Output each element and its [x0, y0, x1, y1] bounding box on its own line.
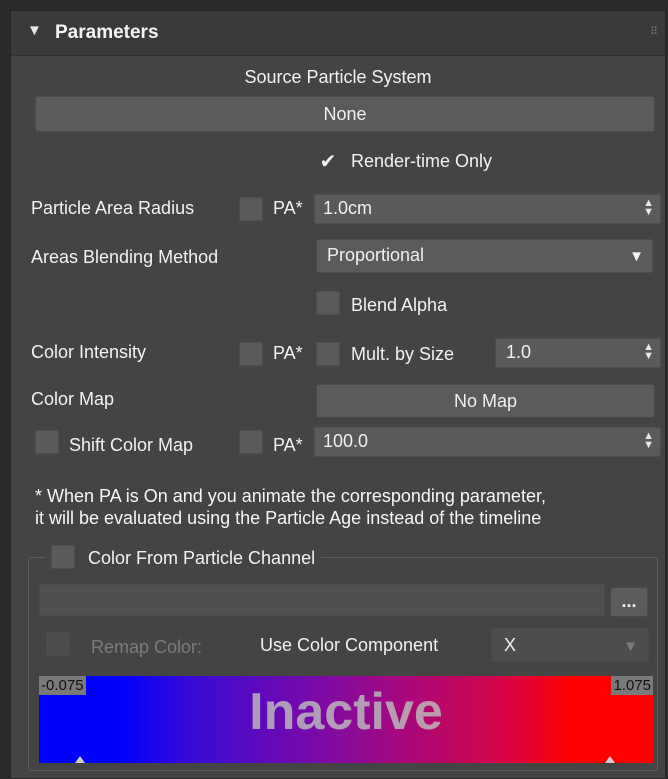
color-intensity-spinner[interactable]: 1.0 ▲ ▼: [495, 338, 661, 368]
source-particle-system-button[interactable]: None: [35, 96, 655, 132]
inactive-overlay-text: Inactive: [249, 683, 443, 741]
color-map-button[interactable]: No Map: [316, 384, 655, 418]
pa-note-line2: it will be evaluated using the Particle …: [35, 508, 542, 528]
particle-area-radius-pa-checkbox[interactable]: [239, 197, 263, 221]
particle-area-radius-label: Particle Area Radius: [31, 198, 195, 218]
rollout-header[interactable]: ▼ Parameters ⠿: [11, 11, 665, 56]
color-from-channel-label[interactable]: Color From Particle Channel: [88, 548, 315, 568]
shift-color-map-pa-checkbox[interactable]: [239, 430, 263, 454]
color-intensity-label: Color Intensity: [31, 342, 147, 362]
shift-color-map-spinner[interactable]: 100.0 ▲ ▼: [314, 427, 661, 457]
areas-blending-method-dropdown[interactable]: Proportional ▼: [316, 239, 653, 273]
particle-area-radius-pa-label: PA*: [273, 198, 303, 218]
color-intensity-pa-label: PA*: [273, 343, 303, 363]
areas-blending-method-value[interactable]: Proportional: [327, 245, 424, 266]
shift-color-map-label[interactable]: Shift Color Map: [69, 435, 193, 456]
remap-gradient-bar[interactable]: -0.075 1.075 Inactive: [39, 676, 653, 763]
rollout-title: Parameters: [55, 22, 159, 43]
parameters-rollout: ▼ Parameters ⠿ Source Particle System No…: [10, 10, 666, 779]
dropdown-arrow-icon[interactable]: ▼: [629, 248, 644, 265]
render-time-only-checkbox[interactable]: ✔: [316, 150, 340, 174]
particle-area-radius-spinner[interactable]: 1.0cm ▲ ▼: [314, 194, 661, 224]
color-map-label: Color Map: [31, 389, 115, 409]
remap-color-label: Remap Color:: [91, 637, 203, 657]
dropdown-arrow-icon[interactable]: ▼: [623, 638, 638, 655]
color-from-channel-checkbox[interactable]: [51, 545, 75, 569]
shift-color-map-pa-label: PA*: [273, 435, 303, 455]
color-intensity-pa-checkbox[interactable]: [239, 342, 263, 366]
shift-color-map-checkbox[interactable]: [35, 430, 59, 454]
color-component-dropdown[interactable]: X ▼: [491, 628, 649, 662]
grip-icon[interactable]: ⠿: [650, 25, 658, 38]
spinner-arrows-icon[interactable]: ▲ ▼: [643, 431, 654, 451]
areas-blending-method-label: Areas Blending Method: [31, 247, 219, 267]
render-time-only-label[interactable]: Render-time Only: [351, 151, 492, 172]
use-color-component-label: Use Color Component: [260, 635, 439, 655]
collapse-arrow-icon[interactable]: ▼: [27, 22, 42, 39]
shift-color-map-value[interactable]: 100.0: [323, 431, 368, 452]
channel-browse-button[interactable]: ...: [610, 587, 648, 617]
gradient-handle-left-icon[interactable]: [75, 756, 85, 763]
blend-alpha-label[interactable]: Blend Alpha: [351, 295, 447, 316]
gradient-handle-right-icon[interactable]: [605, 756, 615, 763]
remap-color-checkbox[interactable]: [46, 632, 70, 656]
source-particle-system-label: Source Particle System: [244, 67, 432, 87]
spinner-arrows-icon[interactable]: ▲ ▼: [643, 198, 654, 218]
pa-note-line1: * When PA is On and you animate the corr…: [35, 486, 546, 506]
mult-by-size-label[interactable]: Mult. by Size: [351, 344, 454, 365]
blend-alpha-checkbox[interactable]: [316, 291, 340, 315]
mult-by-size-checkbox[interactable]: [316, 342, 340, 366]
color-from-channel-header: Color From Particle Channel: [45, 545, 322, 576]
color-component-value[interactable]: X: [504, 635, 516, 656]
particle-area-radius-value[interactable]: 1.0cm: [323, 198, 372, 219]
spinner-arrows-icon[interactable]: ▲ ▼: [643, 342, 654, 362]
channel-name-field[interactable]: [39, 584, 605, 616]
color-intensity-value[interactable]: 1.0: [506, 342, 531, 363]
